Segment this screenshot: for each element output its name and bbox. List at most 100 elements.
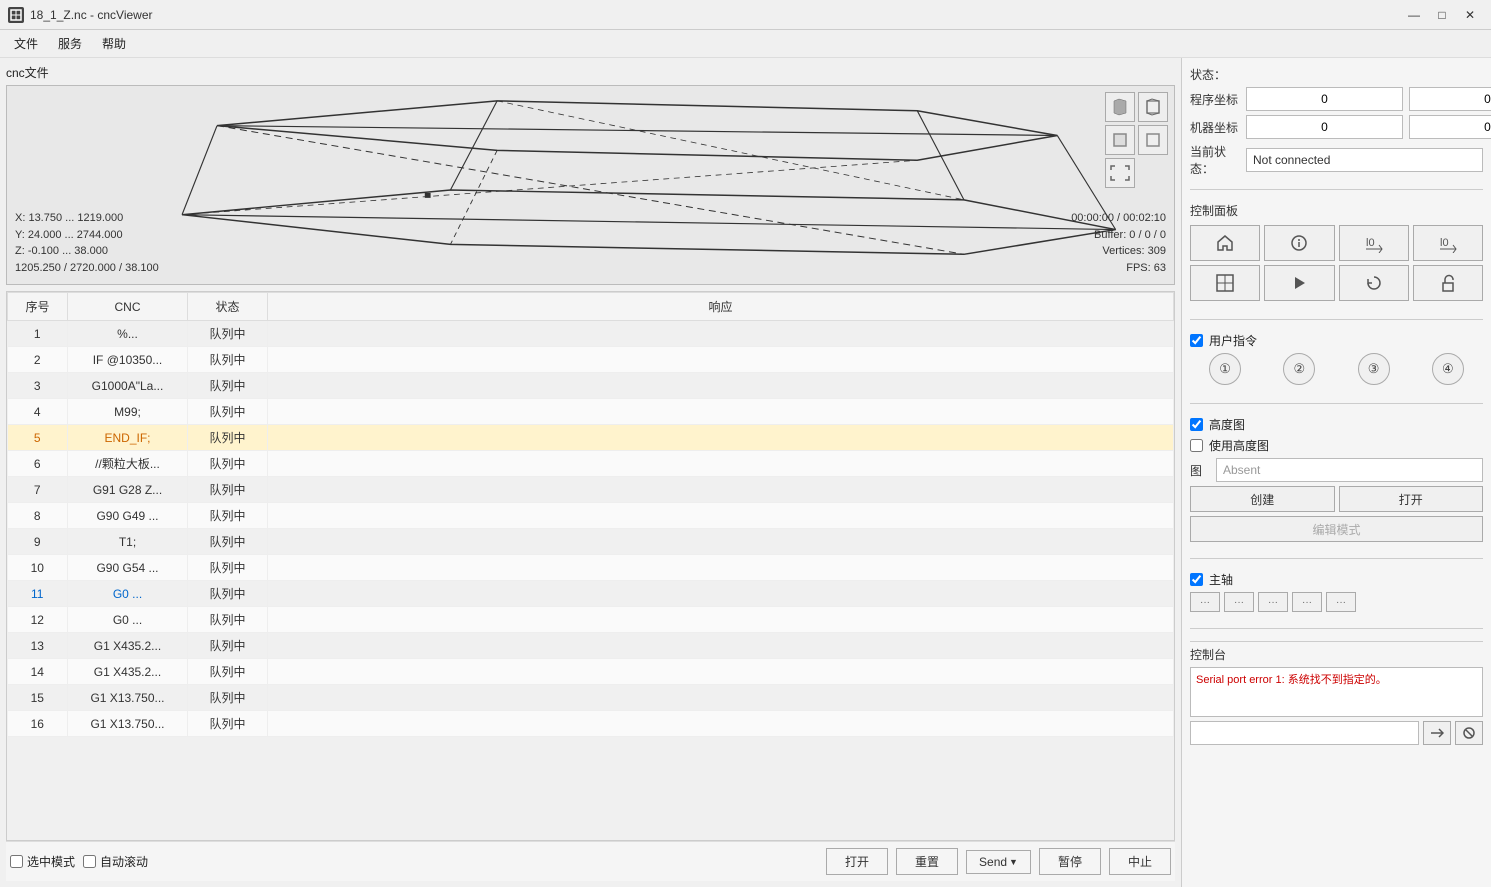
cell-cnc: G1000A"La...	[68, 373, 188, 399]
vp-z-range: Z: -0.100 ... 38.000	[15, 243, 159, 260]
close-button[interactable]: ✕	[1457, 4, 1483, 26]
user-cmd-label: 用户指令	[1209, 332, 1257, 349]
console-input-field[interactable]	[1190, 721, 1419, 745]
spindle-knob-3[interactable]: ···	[1258, 592, 1288, 612]
viewport-info-left: X: 13.750 ... 1219.000 Y: 24.000 ... 274…	[15, 210, 159, 276]
open-heightmap-btn[interactable]: 打开	[1339, 486, 1484, 512]
cell-id: 5	[8, 425, 68, 451]
machine-coord-x[interactable]	[1246, 115, 1403, 139]
program-coord-x[interactable]	[1246, 87, 1403, 111]
vp-2d-btn[interactable]	[1105, 125, 1135, 155]
use-heightmap-label: 使用高度图	[1209, 437, 1269, 454]
cell-cnc: END_IF;	[68, 425, 188, 451]
current-status-row: 当前状态： Not connected	[1190, 143, 1483, 177]
program-coord-row: 程序坐标	[1190, 87, 1483, 111]
window-title: 18_1_Z.nc - cncViewer	[30, 8, 1401, 22]
console-send-btn[interactable]	[1423, 721, 1451, 745]
table-row: 9T1;队列中	[8, 529, 1174, 555]
checkbox-autoscroll-label[interactable]: 自动滚动	[83, 853, 148, 870]
status-section-title: 状态：	[1190, 66, 1483, 83]
vp-2d-wire-btn[interactable]	[1138, 125, 1168, 155]
pause-button[interactable]: 暂停	[1039, 848, 1101, 875]
heightmap-file-row: 图 Absent	[1190, 458, 1483, 482]
menu-file[interactable]: 文件	[4, 33, 48, 54]
console-section: 控制台 Serial port error 1: 系统找不到指定的。	[1190, 641, 1483, 745]
menu-service[interactable]: 服务	[48, 33, 92, 54]
create-heightmap-btn[interactable]: 创建	[1190, 486, 1335, 512]
table-row: 4M99;队列中	[8, 399, 1174, 425]
spindle-knob-2[interactable]: ···	[1224, 592, 1254, 612]
spindle-knob-4[interactable]: ···	[1292, 592, 1322, 612]
cell-id: 7	[8, 477, 68, 503]
program-coord-y[interactable]	[1409, 87, 1491, 111]
maximize-button[interactable]: □	[1429, 4, 1455, 26]
ctrl-center-btn[interactable]	[1190, 265, 1260, 301]
heightmap-checkbox[interactable]	[1190, 418, 1203, 431]
cell-response	[268, 711, 1174, 737]
cell-cnc: G1 X435.2...	[68, 633, 188, 659]
user-cmd-1[interactable]: ①	[1209, 353, 1241, 385]
cell-status: 队列中	[188, 685, 268, 711]
ctrl-home-btn[interactable]	[1190, 225, 1260, 261]
spindle-knob-5[interactable]: ···	[1326, 592, 1356, 612]
console-clear-btn[interactable]	[1455, 721, 1483, 745]
heightmap-checkbox-row: 高度图	[1190, 416, 1483, 433]
checkbox-select-mode[interactable]	[10, 855, 23, 868]
use-heightmap-checkbox[interactable]	[1190, 439, 1203, 452]
viewport[interactable]: X: 13.750 ... 1219.000 Y: 24.000 ... 274…	[6, 85, 1175, 285]
user-cmd-checkbox[interactable]	[1190, 334, 1203, 347]
ctrl-run-btn[interactable]	[1264, 265, 1334, 301]
minimize-button[interactable]: —	[1401, 4, 1427, 26]
edit-mode-btn[interactable]: 编辑模式	[1190, 516, 1483, 542]
cell-status: 队列中	[188, 321, 268, 347]
cell-id: 10	[8, 555, 68, 581]
user-cmd-3[interactable]: ③	[1358, 353, 1390, 385]
vp-buffer: Buffer: 0 / 0 / 0	[1071, 227, 1166, 244]
ctrl-zero-z-btn[interactable]: l0	[1339, 225, 1409, 261]
vp-x-range: X: 13.750 ... 1219.000	[15, 210, 159, 227]
checkbox-select-label[interactable]: 选中模式	[10, 853, 75, 870]
ctrl-reset-btn[interactable]	[1339, 265, 1409, 301]
control-buttons-grid: l0 l0	[1190, 225, 1483, 301]
menu-help[interactable]: 帮助	[92, 33, 136, 54]
open-button[interactable]: 打开	[826, 848, 888, 875]
cell-id: 1	[8, 321, 68, 347]
ctrl-unlock-btn[interactable]	[1413, 265, 1483, 301]
vp-3d-solid-btn[interactable]	[1105, 92, 1135, 122]
heightmap-section: 高度图 使用高度图 图 Absent 创建 打开 编辑模式	[1190, 416, 1483, 546]
machine-coord-y[interactable]	[1409, 115, 1491, 139]
vp-3d-wire-btn[interactable]	[1138, 92, 1168, 122]
table-row: 12G0 ...队列中	[8, 607, 1174, 633]
right-panel: 状态： 程序坐标 机器坐标 当前状态： Not connected	[1181, 58, 1491, 887]
table-row: 3G1000A"La...队列中	[8, 373, 1174, 399]
user-cmd-2[interactable]: ②	[1283, 353, 1315, 385]
viewport-toolbar	[1105, 92, 1168, 188]
console-output: Serial port error 1: 系统找不到指定的。	[1190, 667, 1483, 717]
cell-cnc: G0 ...	[68, 607, 188, 633]
vp-fullscreen-btn[interactable]	[1105, 158, 1135, 188]
cell-cnc: M99;	[68, 399, 188, 425]
left-panel: cnc文件	[0, 58, 1181, 887]
spindle-checkbox[interactable]	[1190, 573, 1203, 586]
ctrl-info-btn[interactable]	[1264, 225, 1334, 261]
use-heightmap-row: 使用高度图	[1190, 437, 1483, 454]
spindle-knob-1[interactable]: ···	[1190, 592, 1220, 612]
user-cmd-4[interactable]: ④	[1432, 353, 1464, 385]
user-cmd-grid: ① ② ③ ④	[1190, 353, 1483, 385]
checkbox-auto-scroll[interactable]	[83, 855, 96, 868]
heightmap-label: 高度图	[1209, 416, 1245, 433]
table-scroll[interactable]: 序号 CNC 状态 响应 1%...队列中2IF @10350...队列中3G1…	[6, 291, 1175, 841]
user-cmd-section: 用户指令 ① ② ③ ④	[1190, 332, 1483, 391]
table-row: 10G90 G54 ...队列中	[8, 555, 1174, 581]
send-dropdown-arrow[interactable]: ▼	[1009, 857, 1018, 867]
send-button[interactable]: Send ▼	[966, 850, 1031, 874]
machine-coord-label: 机器坐标	[1190, 119, 1240, 136]
table-row: 8G90 G49 ...队列中	[8, 503, 1174, 529]
vp-fps: FPS: 63	[1071, 260, 1166, 277]
cell-cnc: %...	[68, 321, 188, 347]
cell-response	[268, 685, 1174, 711]
stop-button[interactable]: 中止	[1109, 848, 1171, 875]
ctrl-probe-z-btn[interactable]: l0	[1413, 225, 1483, 261]
reset-button[interactable]: 重置	[896, 848, 958, 875]
console-text: Serial port error 1: 系统找不到指定的。	[1196, 674, 1387, 686]
